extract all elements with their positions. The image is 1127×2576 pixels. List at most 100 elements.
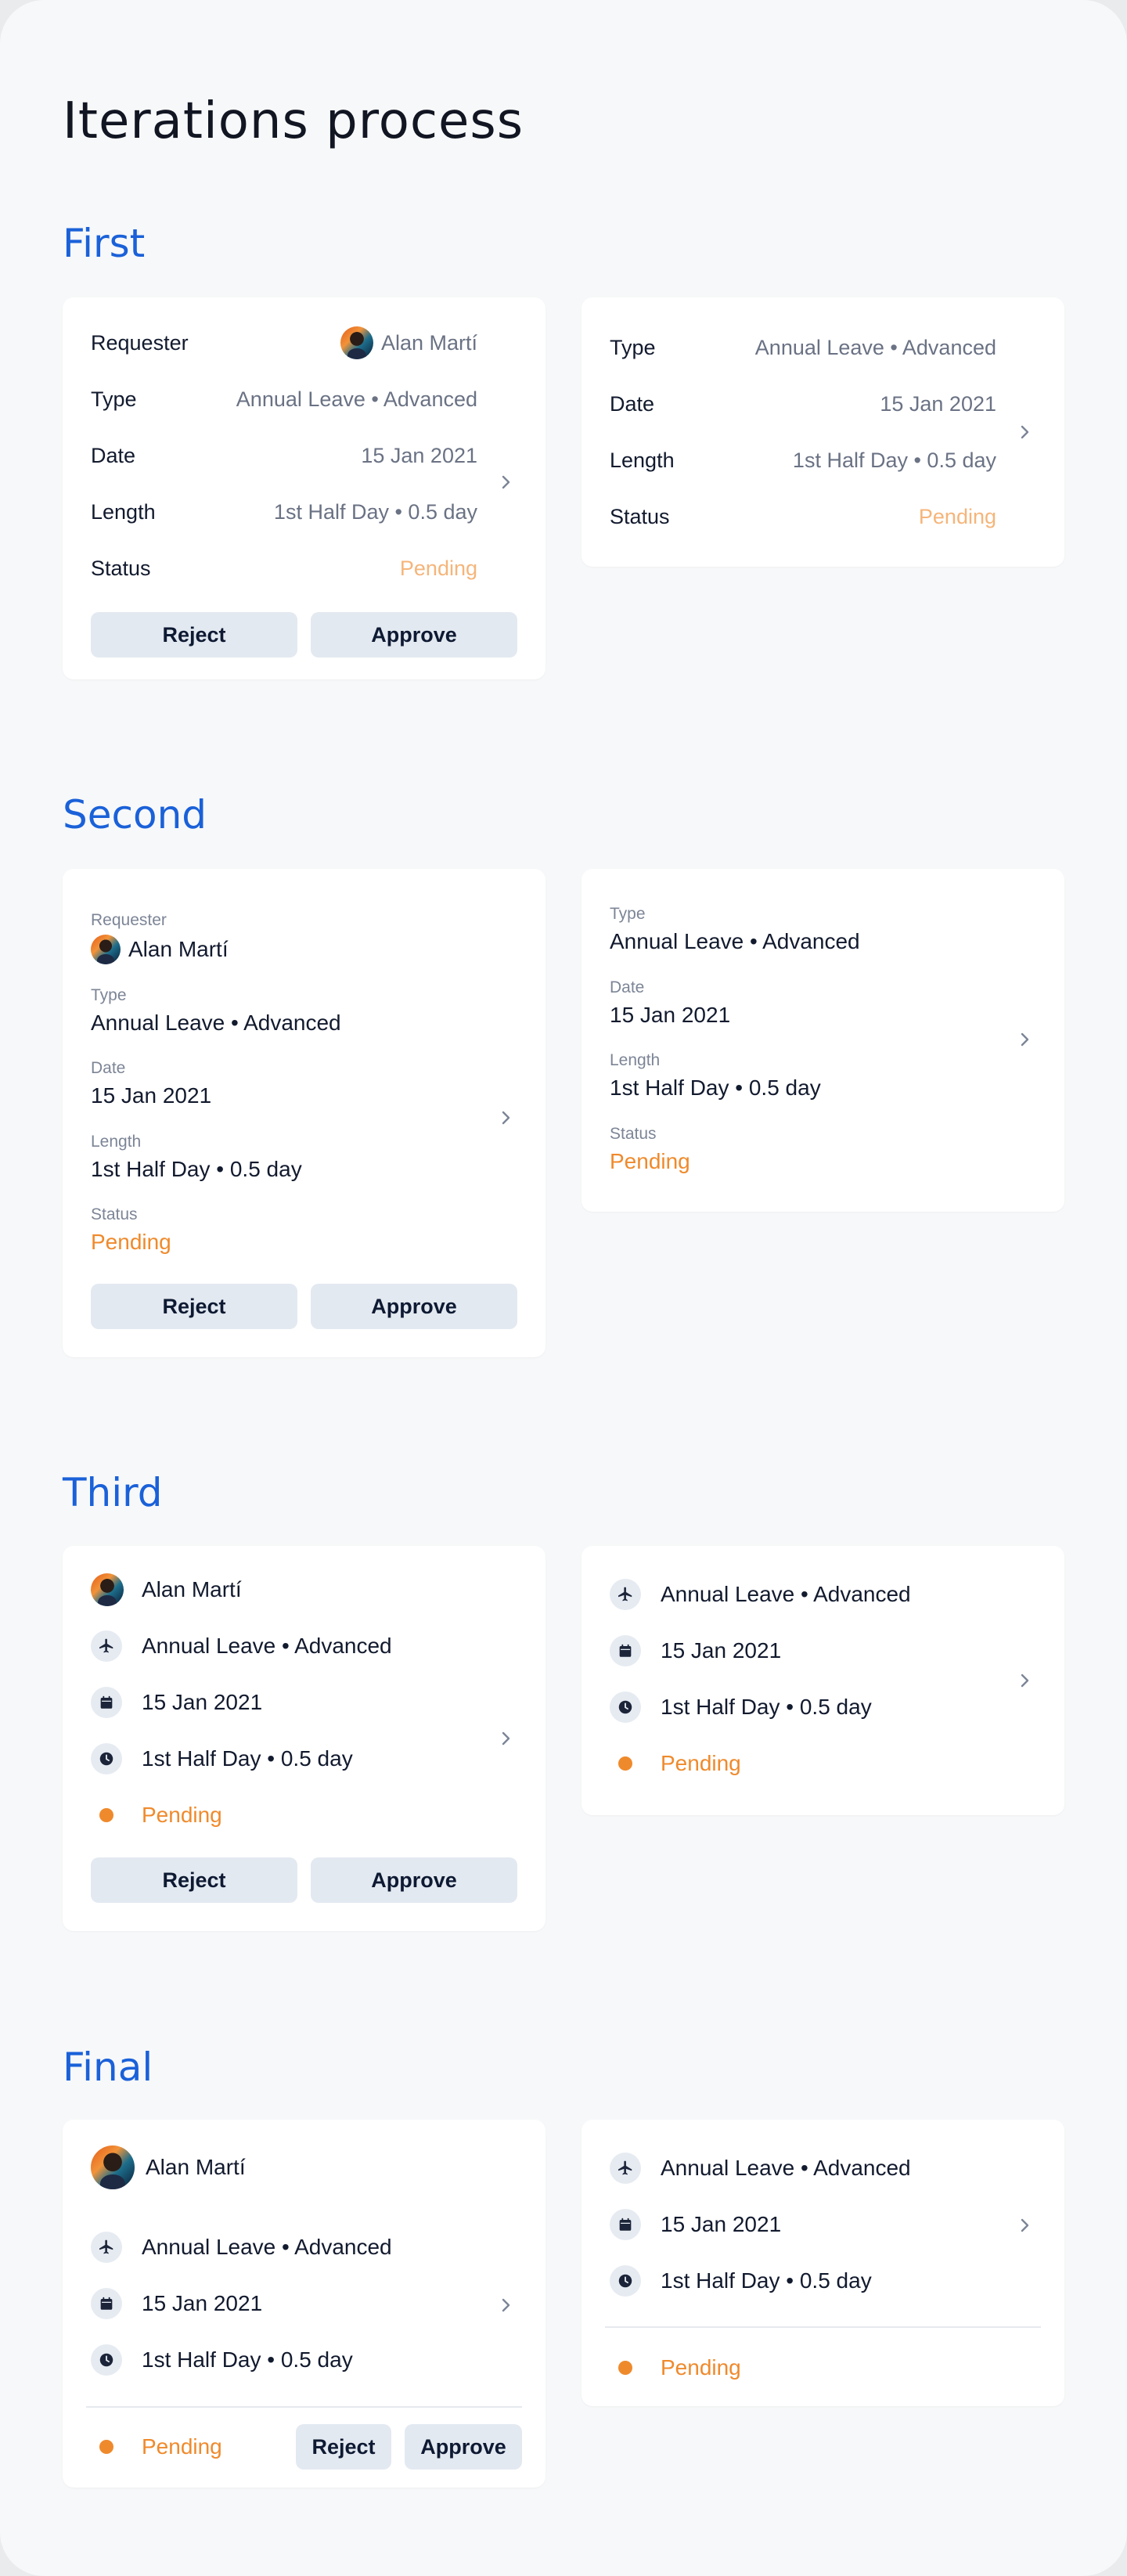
airplane-icon	[610, 1579, 641, 1610]
date-value: 15 Jan 2021	[142, 1690, 263, 1714]
status-value: Pending	[918, 504, 996, 528]
status-label: Status	[610, 1125, 657, 1143]
length-value: 1st Half Day • 0.5 day	[661, 1695, 872, 1719]
date-label: Date	[91, 443, 136, 467]
airplane-icon	[91, 1630, 122, 1662]
requester-name: Alan Martí	[128, 937, 229, 961]
status-row: Pending	[610, 2352, 741, 2383]
length-row: 1st Half Day • 0.5 day	[610, 2265, 872, 2297]
type-row: Type Annual Leave • Advanced	[610, 332, 996, 363]
chevron-right-icon[interactable]	[1016, 2217, 1033, 2234]
type-row: Type Annual Leave • Advanced	[91, 384, 477, 415]
requester-label: Requester	[91, 911, 167, 929]
type-value: Annual Leave • Advanced	[91, 1011, 341, 1035]
requester-name: Alan Martí	[380, 330, 477, 355]
approve-button[interactable]: Approve	[311, 1857, 517, 1903]
type-value: Annual Leave • Advanced	[661, 2156, 911, 2180]
avatar	[340, 326, 373, 359]
date-row: 15 Jan 2021	[91, 2288, 262, 2319]
status-field: Status Pending	[91, 1205, 171, 1256]
length-value: 1st Half Day • 0.5 day	[661, 2268, 872, 2293]
chevron-right-icon[interactable]	[497, 1730, 514, 1747]
reject-button[interactable]: Reject	[91, 1857, 297, 1903]
status-dot	[610, 2352, 641, 2383]
length-row: Length 1st Half Day • 0.5 day	[610, 445, 996, 476]
status-value: Pending	[661, 2355, 741, 2380]
status-row: Pending	[91, 1800, 222, 1831]
approve-button[interactable]: Approve	[311, 612, 517, 658]
section-title-third: Third	[63, 1470, 163, 1515]
reject-button[interactable]: Reject	[91, 1284, 297, 1329]
type-row: Annual Leave • Advanced	[610, 2153, 911, 2184]
length-value: 1st Half Day • 0.5 day	[91, 1157, 302, 1181]
date-value: 15 Jan 2021	[142, 2291, 263, 2315]
calendar-icon	[610, 2209, 641, 2240]
clock-icon	[91, 1743, 122, 1774]
length-value: 1st Half Day • 0.5 day	[610, 1075, 821, 1100]
type-value: Annual Leave • Advanced	[754, 335, 996, 359]
length-field: Length 1st Half Day • 0.5 day	[91, 1133, 302, 1183]
divider	[605, 2326, 1041, 2328]
chevron-right-icon[interactable]	[1016, 1672, 1033, 1689]
date-row: 15 Jan 2021	[610, 2209, 781, 2240]
page-title: Iterations process	[63, 92, 524, 150]
request-card-third-with-actions[interactable]: Alan Martí Annual Leave • Advanced 15 Ja…	[63, 1546, 545, 1931]
type-field: Type Annual Leave • Advanced	[91, 986, 341, 1036]
calendar-icon	[91, 1687, 122, 1718]
length-label: Length	[91, 499, 156, 524]
chevron-right-icon[interactable]	[1016, 1031, 1033, 1048]
status-value: Pending	[610, 1149, 690, 1173]
request-card-third-compact[interactable]: Annual Leave • Advanced 15 Jan 2021 1st …	[582, 1546, 1064, 1815]
approve-button[interactable]: Approve	[311, 1284, 517, 1329]
status-row: Pending	[610, 1748, 741, 1779]
type-label: Type	[610, 905, 646, 923]
chevron-right-icon[interactable]	[497, 2297, 514, 2314]
avatar	[91, 2145, 135, 2189]
date-value: 15 Jan 2021	[880, 391, 996, 416]
reject-button[interactable]: Reject	[91, 612, 297, 658]
chevron-right-icon[interactable]	[497, 474, 514, 491]
date-value: 15 Jan 2021	[661, 1638, 782, 1663]
length-value: 1st Half Day • 0.5 day	[273, 499, 477, 524]
type-value: Annual Leave • Advanced	[236, 387, 477, 411]
request-card-first-with-actions[interactable]: Requester Alan Martí Type Annual Leave •…	[63, 297, 545, 679]
request-card-final-with-actions[interactable]: Alan Martí Annual Leave • Advanced 15 Ja…	[63, 2120, 545, 2488]
status-value: Pending	[399, 556, 477, 580]
chevron-right-icon[interactable]	[497, 1109, 514, 1126]
section-title-final: Final	[63, 2045, 153, 2090]
approve-button[interactable]: Approve	[405, 2424, 522, 2470]
status-label: Status	[91, 1205, 138, 1223]
request-card-second-compact[interactable]: Type Annual Leave • Advanced Date 15 Jan…	[582, 869, 1064, 1212]
requester-row: Alan Martí	[91, 1573, 242, 1606]
divider	[86, 2406, 522, 2408]
length-field: Length 1st Half Day • 0.5 day	[610, 1051, 821, 1101]
type-label: Type	[91, 986, 127, 1004]
requester-label: Requester	[91, 330, 189, 355]
date-field: Date 15 Jan 2021	[91, 1059, 211, 1109]
avatar	[91, 1573, 124, 1606]
section-title-first: First	[63, 221, 146, 266]
clock-icon	[610, 1692, 641, 1723]
date-value: 15 Jan 2021	[661, 2212, 782, 2236]
length-value: 1st Half Day • 0.5 day	[142, 1746, 353, 1771]
status-dot	[91, 2431, 122, 2463]
request-card-second-with-actions[interactable]: Requester Alan Martí Type Annual Leave •…	[63, 869, 545, 1357]
status-value: Pending	[142, 1803, 222, 1827]
status-row: Status Pending	[91, 553, 477, 584]
airplane-icon	[610, 2153, 641, 2184]
type-value: Annual Leave • Advanced	[610, 929, 860, 953]
requester-name: Alan Martí	[146, 2155, 246, 2179]
date-value: 15 Jan 2021	[361, 443, 477, 467]
status-label: Status	[610, 504, 670, 528]
length-row: 1st Half Day • 0.5 day	[91, 2344, 353, 2376]
date-label: Date	[610, 978, 645, 996]
date-value: 15 Jan 2021	[91, 1083, 212, 1108]
reject-button[interactable]: Reject	[296, 2424, 391, 2470]
requester-row: Alan Martí	[91, 2145, 246, 2190]
chevron-right-icon[interactable]	[1016, 423, 1033, 441]
request-card-first-compact[interactable]: Type Annual Leave • Advanced Date 15 Jan…	[582, 297, 1064, 567]
type-label: Type	[610, 335, 656, 359]
length-row: 1st Half Day • 0.5 day	[610, 1692, 872, 1723]
date-row: Date 15 Jan 2021	[91, 440, 477, 471]
request-card-final-compact[interactable]: Annual Leave • Advanced 15 Jan 2021 1st …	[582, 2120, 1064, 2406]
